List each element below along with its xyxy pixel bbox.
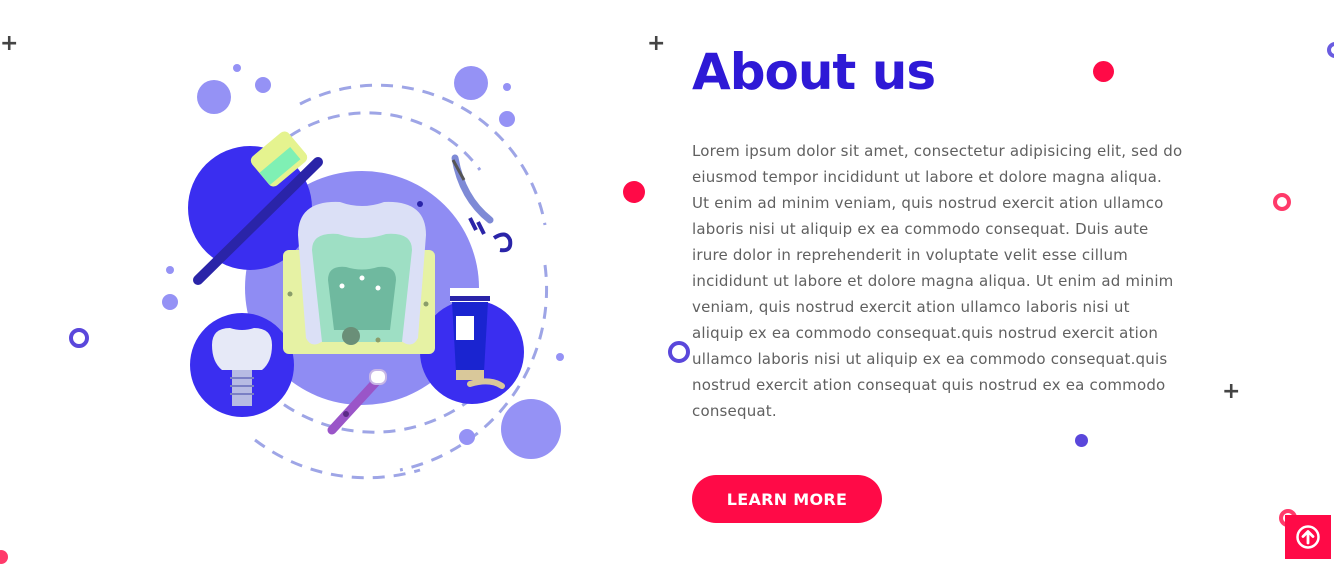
purple-ring-decoration [69, 328, 89, 348]
learn-more-button[interactable]: LEARN MORE [692, 475, 882, 523]
arrow-up-circle-icon [1296, 525, 1320, 549]
red-ring-decoration [1273, 193, 1291, 211]
plus-decoration: + [647, 31, 666, 56]
red-dot-decoration [0, 550, 8, 564]
purple-ring-decoration [668, 341, 690, 363]
dental-care-illustration [150, 60, 580, 490]
scroll-to-top-button[interactable] [1285, 515, 1331, 559]
section-body-text: Lorem ipsum dolor sit amet, consectetur … [692, 142, 1183, 420]
about-section: About us Lorem ipsum dolor sit amet, con… [692, 40, 1192, 424]
section-title: About us [692, 43, 936, 101]
plus-decoration: + [0, 31, 19, 56]
purple-ring-decoration [1327, 42, 1334, 58]
purple-dot-decoration [1075, 434, 1088, 447]
plus-decoration: + [1222, 379, 1241, 404]
red-dot-decoration [623, 181, 645, 203]
